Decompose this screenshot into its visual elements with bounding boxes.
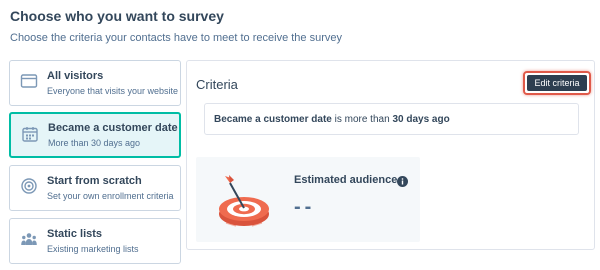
criteria-panel: Criteria Edit criteria Became a customer… — [186, 60, 595, 250]
option-title: Static lists — [47, 228, 103, 240]
edit-criteria-button[interactable]: Edit criteria — [527, 75, 587, 91]
criteria-summary: Became a customer date is more than 30 d… — [204, 103, 579, 135]
info-icon[interactable] — [397, 174, 408, 187]
option-description: More than 30 days ago — [48, 138, 141, 148]
edit-criteria-highlight: Edit criteria — [523, 71, 591, 95]
option-title: All visitors — [47, 70, 104, 82]
criteria-text: Became a customer date is more than 30 d… — [214, 114, 450, 125]
page-heading: Choose who you want to survey — [10, 8, 224, 24]
option-title: Start from scratch — [47, 175, 142, 187]
option-description: Everyone that visits your website — [47, 86, 179, 96]
criteria-property: Became a customer date — [214, 114, 332, 125]
option-start-from-scratch[interactable]: Start from scratch Set your own enrollme… — [9, 165, 181, 211]
criteria-panel-title: Criteria — [196, 77, 238, 92]
estimated-audience-value: -- — [294, 196, 316, 218]
option-title: Became a customer date — [48, 122, 178, 134]
calendar-icon — [21, 125, 39, 143]
option-became-customer-date[interactable]: Became a customer date More than 30 days… — [9, 112, 181, 158]
people-group-icon — [20, 230, 38, 248]
browser-window-icon — [20, 72, 38, 90]
criteria-operator: is more than — [331, 114, 393, 125]
option-description: Set your own enrollment criteria — [47, 191, 174, 201]
option-static-lists[interactable]: Static lists Existing marketing lists — [9, 218, 181, 264]
page-subheading: Choose the criteria your contacts have t… — [10, 32, 342, 44]
criteria-value: 30 days ago — [392, 114, 450, 125]
target-dart-illustration — [216, 167, 272, 229]
target-circle-icon — [20, 177, 38, 195]
option-description: Existing marketing lists — [47, 244, 139, 254]
estimated-audience-card: Estimated audience -- — [196, 157, 420, 242]
option-all-visitors[interactable]: All visitors Everyone that visits your w… — [9, 60, 181, 106]
estimated-audience-title: Estimated audience — [294, 174, 398, 186]
